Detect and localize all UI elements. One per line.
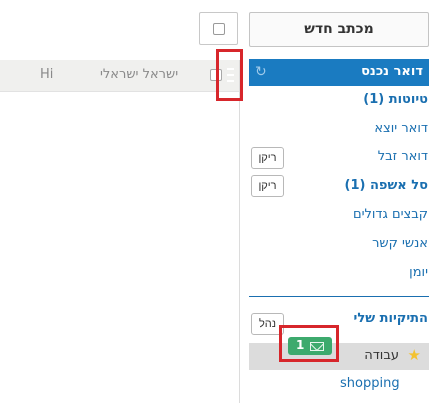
sidebar-item-label: עבודה (364, 348, 399, 363)
sidebar-item-calendar[interactable]: יומן (409, 265, 428, 280)
empty-spam-button[interactable]: ריקן (251, 147, 284, 169)
highlight-box-drag-handle (216, 49, 243, 101)
empty-trash-button[interactable]: ריקן (251, 175, 284, 197)
highlight-box-badge (279, 325, 339, 362)
refresh-icon[interactable]: ↻ (255, 63, 269, 81)
sidebar-divider (249, 296, 429, 297)
message-row[interactable]: Hi ישראל ישראלי (0, 60, 239, 92)
message-subject: Hi (40, 67, 54, 82)
select-all-button[interactable] (199, 12, 238, 45)
sidebar-item-large-files[interactable]: קבצים גדולים (353, 207, 428, 222)
sidebar-item-work[interactable]: ★ עבודה (249, 343, 429, 370)
star-icon[interactable]: ★ (408, 346, 421, 364)
sidebar-item-inbox[interactable]: ↻ דואר נכנס (249, 59, 429, 86)
select-all-checkbox[interactable] (213, 23, 225, 35)
sidebar-item-spam[interactable]: דואר זבל (378, 149, 428, 164)
message-list: Hi ישראל ישראלי (0, 60, 240, 403)
compose-button[interactable]: מכתב חדש (249, 12, 429, 47)
sidebar-item-sent[interactable]: דואר יוצא (374, 121, 428, 136)
sidebar-item-contacts[interactable]: אנשי קשר (372, 236, 428, 251)
message-sender: ישראל ישראלי (100, 67, 179, 82)
sidebar-item-trash[interactable]: סל אשפה (1) (345, 178, 429, 193)
sidebar-item-drafts[interactable]: טיוטות (1) (363, 92, 428, 107)
sidebar-item-shopping[interactable]: shopping (340, 376, 400, 391)
my-folders-heading: התיקיות שלי (353, 311, 428, 326)
sidebar-item-label: דואר נכנס (361, 64, 423, 79)
